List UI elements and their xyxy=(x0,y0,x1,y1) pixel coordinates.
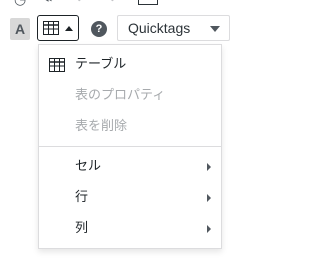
chevron-right-icon xyxy=(207,194,211,202)
quicktags-select[interactable]: Quicktags xyxy=(117,15,230,41)
chevron-right-icon xyxy=(207,163,211,171)
chevron-down-icon xyxy=(210,26,220,32)
editor-toolbar: A ? Quicktags xyxy=(0,14,266,46)
quicktags-select-value: Quicktags xyxy=(128,20,191,36)
table-icon xyxy=(43,21,59,35)
clipped-icon: ◔ xyxy=(14,0,27,8)
menu-item-table[interactable]: テーブル xyxy=(39,51,221,79)
clipped-toolbar-row: ◔ ⌁ ↶ ↷ xyxy=(0,0,266,8)
table-button[interactable] xyxy=(37,15,79,41)
menu-item-label: テーブル xyxy=(75,57,127,72)
menu-item-label: 表を削除 xyxy=(75,119,128,134)
menu-item-delete-table: 表を削除 xyxy=(39,113,221,141)
menu-item-row[interactable]: 行 xyxy=(39,184,221,212)
clipped-icon: ↶ xyxy=(76,0,88,8)
menu-separator xyxy=(39,146,221,147)
menu-item-cell[interactable]: セル xyxy=(39,153,221,181)
clipped-icon: ↷ xyxy=(104,0,116,8)
menu-item-label: セル xyxy=(75,159,102,174)
menu-item-table-properties: 表のプロパティ xyxy=(39,82,221,110)
menu-item-label: 列 xyxy=(75,221,89,236)
chevron-right-icon xyxy=(207,225,211,233)
table-menu: テーブル 表のプロパティ 表を削除 セル 行 列 xyxy=(38,44,222,249)
clipped-icon: ⌁ xyxy=(44,0,53,8)
chevron-up-icon xyxy=(65,25,73,31)
help-button[interactable]: ? xyxy=(91,21,107,37)
clipped-icon xyxy=(138,0,158,5)
menu-item-column[interactable]: 列 xyxy=(39,215,221,243)
text-color-button[interactable]: A xyxy=(10,18,30,40)
table-icon xyxy=(49,58,65,72)
help-icon: ? xyxy=(95,23,103,35)
text-color-label: A xyxy=(14,21,26,37)
menu-item-label: 表のプロパティ xyxy=(75,88,166,103)
menu-item-label: 行 xyxy=(75,190,89,205)
